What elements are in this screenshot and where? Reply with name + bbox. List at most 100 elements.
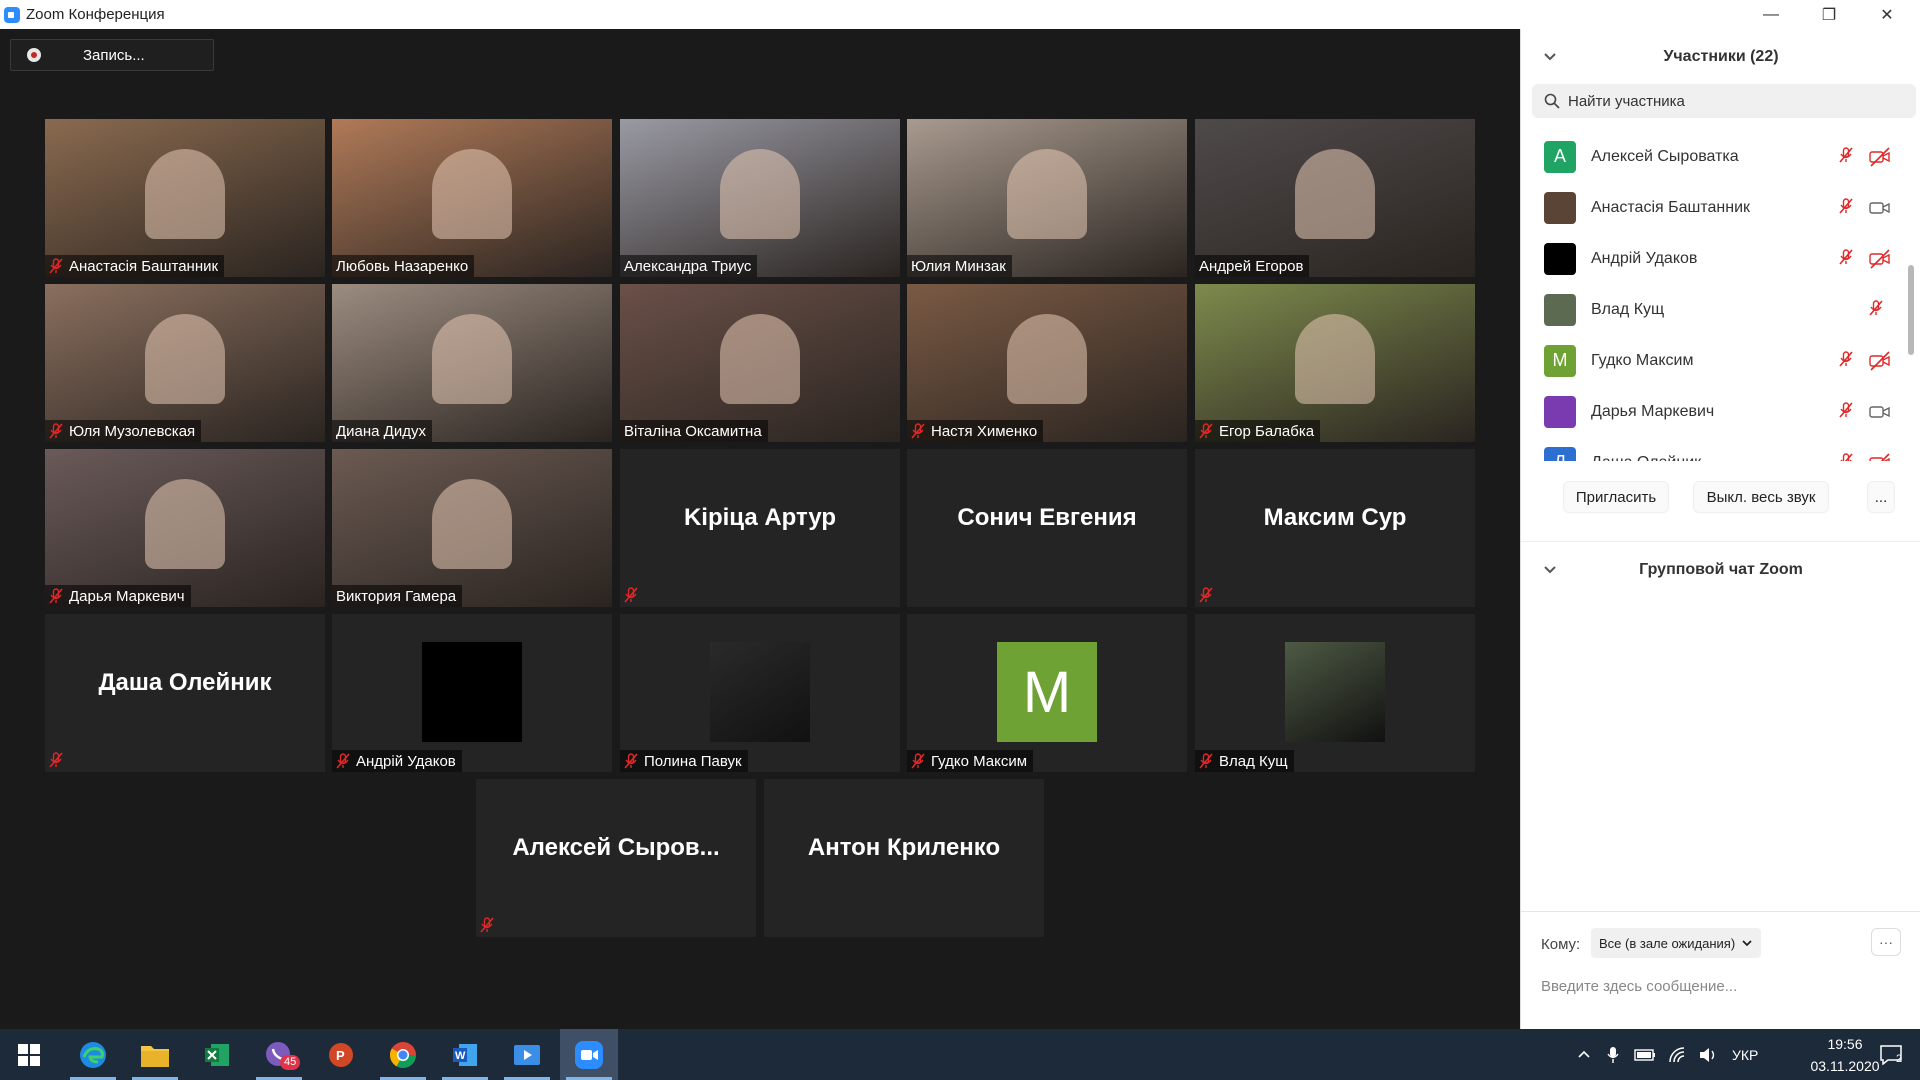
search-placeholder: Найти участника (1568, 92, 1685, 110)
participant-name: Андрей Егоров (1199, 257, 1304, 275)
invite-button[interactable]: Пригласить (1563, 481, 1669, 513)
video-tile[interactable]: Сонич Евгения (907, 449, 1187, 607)
mic-muted-icon[interactable] (1839, 453, 1861, 461)
participant-list-name: Гудко Максим (1591, 351, 1694, 369)
taskbar-word[interactable]: W (436, 1029, 494, 1080)
wifi-icon[interactable] (1668, 1046, 1686, 1063)
participant-name: Віталіна Оксамитна (624, 422, 762, 440)
taskbar-media-player[interactable] (498, 1029, 556, 1080)
chevron-up-icon[interactable] (1576, 1047, 1592, 1063)
chevron-down-icon (1742, 940, 1752, 947)
language-indicator[interactable]: УКР (1732, 1047, 1758, 1063)
mic-muted-icon[interactable] (1839, 249, 1861, 269)
video-tile[interactable]: Влад Кущ (1195, 614, 1475, 772)
video-tile[interactable]: Юлия Минзак (907, 119, 1187, 277)
video-tile[interactable]: Настя Хименко (907, 284, 1187, 442)
mic-muted-icon (1199, 587, 1213, 603)
video-off-icon[interactable] (1869, 147, 1891, 167)
video-tile[interactable]: Даша Олейник (45, 614, 325, 772)
word-icon: W (453, 1043, 477, 1066)
mic-muted-icon[interactable] (1839, 402, 1861, 422)
participant-name-label: Дарья Маркевич (45, 585, 191, 607)
participant-name: Юлия Минзак (911, 257, 1006, 275)
mic-muted-icon[interactable] (1839, 351, 1861, 371)
participant-row[interactable]: Анастасія Баштанник (1521, 182, 1911, 233)
video-on-icon[interactable] (1869, 402, 1891, 422)
participant-search-input[interactable]: Найти участника (1532, 84, 1916, 118)
video-tile[interactable]: Анастасія Баштанник (45, 119, 325, 277)
participant-row[interactable]: Влад Кущ (1521, 284, 1911, 335)
taskbar-edge[interactable] (64, 1029, 122, 1080)
taskbar-file-explorer[interactable] (126, 1029, 184, 1080)
taskbar-powerpoint[interactable]: P (312, 1029, 370, 1080)
restore-button[interactable]: ❐ (1800, 0, 1858, 29)
participant-name-label: Диана Дидух (332, 420, 432, 442)
video-tile[interactable]: Максим Сур (1195, 449, 1475, 607)
video-tile[interactable]: Віталіна Оксамитна (620, 284, 900, 442)
video-tile[interactable]: Андрей Егоров (1195, 119, 1475, 277)
participants-header[interactable]: Участники (22) (1521, 29, 1920, 85)
participant-name-label: Любовь Назаренко (332, 255, 475, 277)
participants-more-button[interactable]: ... (1867, 481, 1895, 513)
participant-name: Полина Павук (644, 752, 742, 770)
mic-muted-icon (911, 753, 925, 769)
taskbar-chrome[interactable] (374, 1029, 432, 1080)
chat-header[interactable]: Групповой чат Zoom (1521, 541, 1920, 597)
video-off-icon[interactable] (1869, 351, 1891, 371)
minimize-button[interactable]: — (1742, 0, 1800, 29)
chrome-icon (389, 1041, 417, 1068)
zoom-app-icon (4, 6, 20, 23)
video-tile[interactable]: Дарья Маркевич (45, 449, 325, 607)
taskbar-zoom[interactable] (560, 1029, 618, 1080)
video-tile[interactable]: Полина Павук (620, 614, 900, 772)
notification-center-button[interactable]: 2 (1862, 1029, 1920, 1080)
volume-icon[interactable] (1698, 1047, 1718, 1063)
participant-row[interactable]: Дарья Маркевич (1521, 386, 1911, 437)
participant-row[interactable]: M Гудко Максим (1521, 335, 1911, 386)
chat-more-button[interactable]: ··· (1871, 928, 1901, 956)
microphone-icon[interactable] (1606, 1046, 1620, 1064)
video-off-icon[interactable] (1869, 453, 1891, 461)
mic-muted-icon (49, 588, 63, 604)
participant-row[interactable]: Андрій Удаков (1521, 233, 1911, 284)
video-tile[interactable]: Kіріца Артур (620, 449, 900, 607)
windows-start-button[interactable] (0, 1029, 58, 1080)
video-on-icon[interactable] (1869, 198, 1891, 218)
video-tile[interactable]: Любовь Назаренко (332, 119, 612, 277)
svg-text:P: P (336, 1048, 345, 1063)
recording-indicator[interactable]: Запись... (10, 39, 214, 71)
taskbar-viber[interactable]: 45 (250, 1029, 308, 1080)
video-tile[interactable]: Юля Музолевская (45, 284, 325, 442)
battery-icon[interactable] (1634, 1048, 1656, 1061)
mic-muted-icon[interactable] (1839, 147, 1861, 167)
close-button[interactable]: ✕ (1858, 0, 1916, 29)
video-tile[interactable]: Виктория Гамера (332, 449, 612, 607)
video-tile[interactable]: M Гудко Максим (907, 614, 1187, 772)
participant-name-label: Андрій Удаков (332, 750, 462, 772)
participant-name: Дарья Маркевич (69, 587, 185, 605)
participant-name-label: Настя Хименко (907, 420, 1044, 442)
video-tile[interactable]: Александра Триус (620, 119, 900, 277)
participant-name-label: Анастасія Баштанник (45, 255, 225, 277)
zoom-icon (575, 1040, 603, 1069)
participant-row[interactable]: A Алексей Сыроватка (1521, 131, 1911, 182)
participant-row[interactable]: Д Даша Олейник (1521, 437, 1911, 461)
video-off-icon[interactable] (1869, 249, 1891, 269)
mic-muted-icon[interactable] (1869, 300, 1891, 320)
video-tile[interactable]: Андрій Удаков (332, 614, 612, 772)
participant-name-label: Виктория Гамера (332, 585, 463, 607)
video-tile[interactable]: Диана Дидух (332, 284, 612, 442)
mic-muted-icon (911, 423, 925, 439)
video-tile[interactable]: Алексей Сыров... (476, 779, 756, 937)
chat-recipient-select[interactable]: Все (в зале ожидания) (1591, 928, 1761, 958)
chat-message-input[interactable]: Введите здесь сообщение... (1541, 978, 1737, 995)
video-tile[interactable]: Антон Криленко (764, 779, 1044, 937)
chat-title: Групповой чат Zoom (1639, 560, 1803, 578)
mic-muted-icon[interactable] (1839, 198, 1861, 218)
taskbar-excel[interactable] (188, 1029, 246, 1080)
chat-to-label: Кому: (1541, 936, 1581, 953)
participant-video (422, 642, 522, 742)
mute-all-button[interactable]: Выкл. весь звук (1693, 481, 1829, 513)
participant-list-scrollbar[interactable] (1908, 265, 1914, 355)
video-tile[interactable]: Егор Балабка (1195, 284, 1475, 442)
